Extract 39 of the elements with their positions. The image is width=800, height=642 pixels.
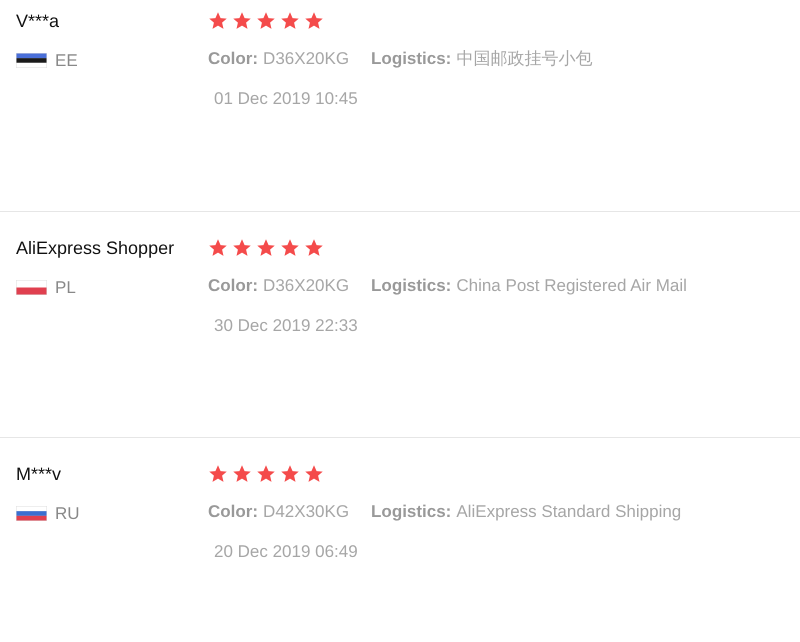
color-label: Color: — [208, 48, 258, 70]
color-label: Color: — [208, 275, 258, 297]
color-value: D36X20KG — [263, 275, 350, 297]
star-icon — [280, 11, 300, 31]
star-icon — [304, 11, 324, 31]
star-icon — [232, 238, 252, 258]
star-icon — [256, 464, 276, 484]
reviewer-name: M***v — [16, 463, 62, 486]
logistics-value: 中国邮政挂号小包 — [456, 48, 592, 70]
logistics-label: Logistics: — [371, 48, 452, 70]
color-value: D36X20KG — [263, 48, 350, 70]
review-date: 30 Dec 2019 22:33 — [214, 314, 358, 336]
star-icon — [280, 238, 300, 258]
logistics-value: China Post Registered Air Mail — [456, 275, 687, 297]
country-code: EE — [55, 50, 78, 72]
star-icon — [208, 238, 228, 258]
star-icon — [256, 238, 276, 258]
star-icon — [280, 464, 300, 484]
star-icon — [304, 238, 324, 258]
logistics-label: Logistics: — [371, 275, 452, 297]
flag-icon — [16, 506, 47, 522]
country-code: RU — [55, 503, 80, 525]
reviewer-name: V***a — [16, 10, 60, 33]
color-label: Color: — [208, 501, 258, 523]
country-code: PL — [55, 277, 76, 299]
reviewer-name: AliExpress Shopper — [16, 237, 176, 260]
color-value: D42X30KG — [263, 501, 350, 523]
review-date: 20 Dec 2019 06:49 — [214, 540, 358, 562]
logistics-value: AliExpress Standard Shipping — [456, 501, 682, 523]
star-icon — [232, 464, 252, 484]
flag-icon — [16, 53, 47, 68]
star-icon — [232, 11, 252, 31]
star-icon — [256, 11, 276, 31]
logistics-label: Logistics: — [371, 501, 452, 523]
star-icon — [208, 464, 228, 484]
star-icon — [304, 464, 324, 484]
flag-icon — [16, 280, 47, 296]
review-date: 01 Dec 2019 10:45 — [214, 88, 358, 110]
star-icon — [208, 11, 228, 31]
